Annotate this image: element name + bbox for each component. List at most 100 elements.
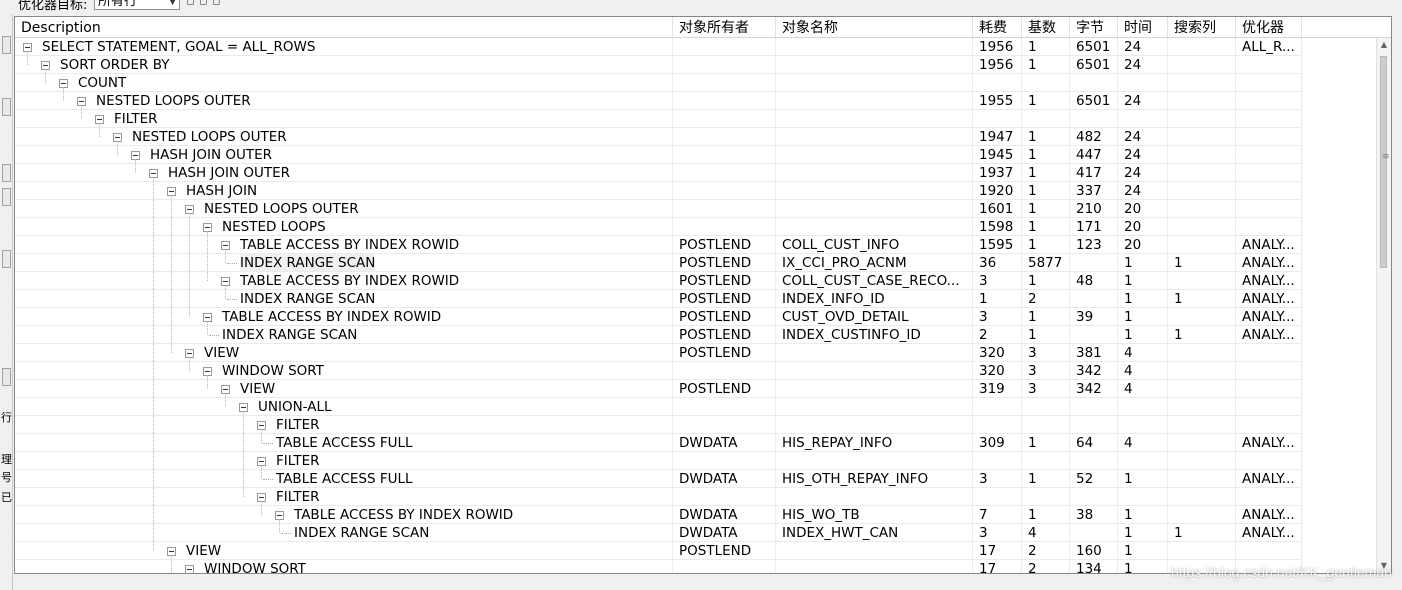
gutter-button[interactable] xyxy=(2,368,11,386)
plan-row[interactable]: TABLE ACCESS FULL DWDATA HIS_OTH_REPAY_INF… xyxy=(15,470,1302,488)
cell-owner: POSTLEND xyxy=(673,380,776,398)
cell-name xyxy=(776,380,973,398)
cell-time: 24 xyxy=(1118,128,1168,146)
collapse-toggle-icon[interactable] xyxy=(185,565,194,573)
cell-optimizer xyxy=(1236,92,1302,110)
tree-guide-line xyxy=(135,159,136,173)
tree-guide-line xyxy=(207,231,208,281)
column-header-bytes[interactable]: 字节 xyxy=(1070,17,1118,37)
operation-label: TABLE ACCESS FULL xyxy=(276,435,413,451)
cell-name: HIS_REPAY_INFO xyxy=(776,434,973,452)
column-header-owner[interactable]: 对象所有者 xyxy=(673,17,776,37)
operation-label: TABLE ACCESS BY INDEX ROWID xyxy=(240,273,460,289)
plan-row[interactable]: TABLE ACCESS FULL DWDATA HIS_REPAY_INFO 309… xyxy=(15,434,1302,452)
left-panel-edge: 行 理 号 已 xyxy=(0,14,13,590)
plan-row[interactable]: UNION-ALL xyxy=(15,398,1302,416)
tree-guide-line xyxy=(207,321,208,335)
cell-name: IX_CCI_PRO_ACNM xyxy=(776,254,973,272)
gutter-button[interactable] xyxy=(2,164,11,182)
plan-row[interactable]: WINDOW SORT 17 2 134 1 xyxy=(15,560,1302,573)
cell-card: 1 xyxy=(1022,236,1070,254)
plan-row[interactable]: FILTER xyxy=(15,488,1302,506)
column-header-cost[interactable]: 耗费 xyxy=(973,17,1022,37)
cell-bytes: 171 xyxy=(1070,218,1118,236)
operation-label: HASH JOIN OUTER xyxy=(150,147,273,163)
cell-card: 3 xyxy=(1022,344,1070,362)
column-header-time[interactable]: 时间 xyxy=(1118,17,1168,37)
gutter-button[interactable] xyxy=(2,188,11,206)
cell-search: 1 xyxy=(1168,524,1236,542)
cell-cost: 7 xyxy=(973,506,1022,524)
cell-desc: INDEX RANGE SCAN xyxy=(15,326,673,344)
column-header-optimizer[interactable]: 优化器 xyxy=(1236,17,1302,37)
plan-row[interactable]: FILTER xyxy=(15,416,1302,434)
cell-time: 1 xyxy=(1118,326,1168,344)
cell-bytes: 6501 xyxy=(1070,38,1118,56)
plan-row[interactable]: COUNT xyxy=(15,74,1302,92)
cell-card: 1 xyxy=(1022,434,1070,452)
plan-row[interactable]: SELECT STATEMENT, GOAL = ALL_ROWS 1956 1 65… xyxy=(15,38,1302,56)
cell-name xyxy=(776,344,973,362)
cell-time xyxy=(1118,452,1168,470)
cell-name xyxy=(776,182,973,200)
cell-card: 1 xyxy=(1022,272,1070,290)
plan-row[interactable]: TABLE ACCESS BY INDEX ROWID DWDATA HIS_WO_… xyxy=(15,506,1302,524)
plan-row[interactable]: NESTED LOOPS OUTER 1947 1 482 24 xyxy=(15,128,1302,146)
cell-cost: 309 xyxy=(973,434,1022,452)
cell-optimizer: ANALY... xyxy=(1236,308,1302,326)
scroll-up-arrow-icon[interactable]: ▲ xyxy=(1377,38,1391,52)
cell-owner: DWDATA xyxy=(673,470,776,488)
execution-plan-grid[interactable]: Description 对象所有者 对象名称 耗费 基数 字节 时间 搜索列 优化器 SELEC… xyxy=(14,16,1392,574)
plan-row[interactable]: SORT ORDER BY 1956 1 6501 24 xyxy=(15,56,1302,74)
plan-row[interactable]: INDEX RANGE SCAN DWDATA INDEX_HWT_CAN 3 4 1 1 A… xyxy=(15,524,1302,542)
cell-bytes xyxy=(1070,290,1118,308)
cell-name xyxy=(776,416,973,434)
cell-desc: INDEX RANGE SCAN xyxy=(15,254,673,272)
cell-owner: POSTLEND xyxy=(673,308,776,326)
cell-time: 20 xyxy=(1118,236,1168,254)
cell-cost xyxy=(973,74,1022,92)
plan-row[interactable]: VIEW POSTLEND 320 3 381 4 xyxy=(15,344,1302,362)
plan-row[interactable]: HASH JOIN 1920 1 337 24 xyxy=(15,182,1302,200)
cell-card: 1 xyxy=(1022,56,1070,74)
cell-search xyxy=(1168,38,1236,56)
operation-label: NESTED LOOPS OUTER xyxy=(204,201,359,217)
cell-card: 1 xyxy=(1022,200,1070,218)
vertical-scrollbar[interactable]: ▲ ≡ ▼ xyxy=(1376,38,1391,573)
gutter-button[interactable] xyxy=(2,98,11,116)
tree-guide-line xyxy=(99,123,100,137)
cell-name xyxy=(776,218,973,236)
tree-connector xyxy=(227,299,237,300)
plan-row[interactable]: NESTED LOOPS OUTER 1955 1 6501 24 xyxy=(15,92,1302,110)
scrollbar-thumb[interactable]: ≡ xyxy=(1380,56,1390,268)
cell-time xyxy=(1118,488,1168,506)
plan-row[interactable]: FILTER xyxy=(15,110,1302,128)
cell-desc: INDEX RANGE SCAN xyxy=(15,290,673,308)
operation-label: UNION-ALL xyxy=(258,399,332,415)
plan-row[interactable]: HASH JOIN OUTER 1937 1 417 24 xyxy=(15,164,1302,182)
cell-search xyxy=(1168,398,1236,416)
plan-row[interactable]: NESTED LOOPS OUTER 1601 1 210 20 xyxy=(15,200,1302,218)
optimizer-goal-select[interactable]: 所有行 ▼ xyxy=(94,0,180,10)
plan-row[interactable]: VIEW POSTLEND 17 2 160 1 xyxy=(15,542,1302,560)
column-header-name[interactable]: 对象名称 xyxy=(776,17,973,37)
gutter-button[interactable] xyxy=(2,250,11,268)
cell-card: 1 xyxy=(1022,164,1070,182)
operation-label: VIEW xyxy=(240,381,276,397)
cell-cost: 1920 xyxy=(973,182,1022,200)
cell-time: 24 xyxy=(1118,38,1168,56)
cell-card xyxy=(1022,398,1070,416)
plan-row[interactable]: HASH JOIN OUTER 1945 1 447 24 xyxy=(15,146,1302,164)
column-header-card[interactable]: 基数 xyxy=(1022,17,1070,37)
plan-row[interactable]: FILTER xyxy=(15,452,1302,470)
plan-row[interactable]: INDEX RANGE SCAN POSTLEND INDEX_INFO_ID 1 2 1… xyxy=(15,290,1302,308)
cell-cost: 3 xyxy=(973,470,1022,488)
gutter-button[interactable] xyxy=(2,36,11,54)
cell-desc: NESTED LOOPS OUTER xyxy=(15,128,673,146)
column-header-search[interactable]: 搜索列 xyxy=(1168,17,1236,37)
cell-time: 1 xyxy=(1118,254,1168,272)
cell-bytes: 134 xyxy=(1070,560,1118,573)
cell-cost xyxy=(973,416,1022,434)
column-header-desc[interactable]: Description xyxy=(15,17,673,37)
tree-guide-line xyxy=(243,411,244,497)
